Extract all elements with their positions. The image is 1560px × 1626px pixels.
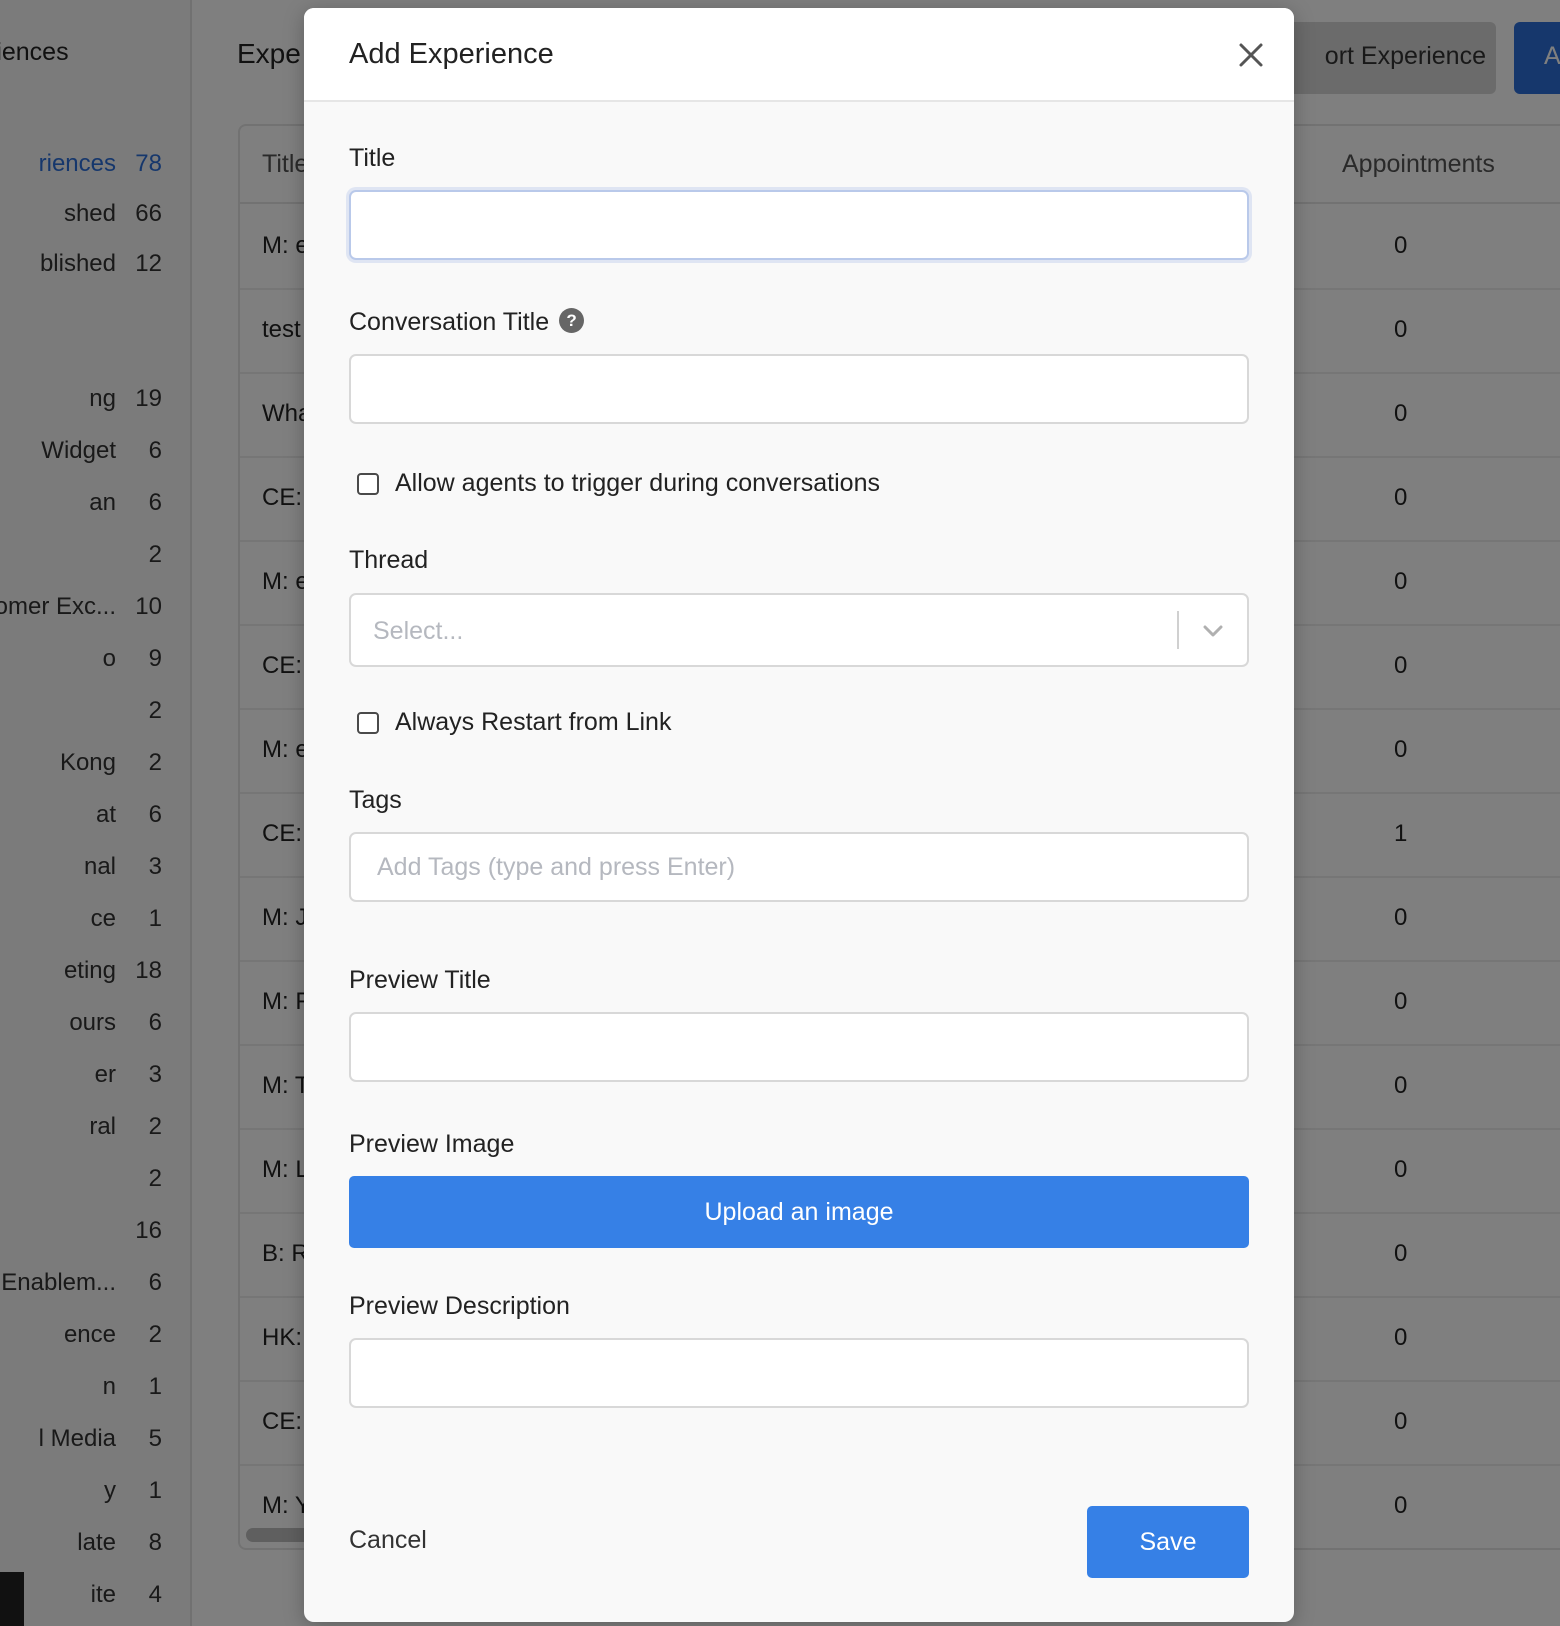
conversation-title-label-text: Conversation Title — [349, 308, 550, 336]
select-separator — [1177, 611, 1179, 649]
tags-input[interactable] — [349, 832, 1249, 902]
allow-agents-label: Allow agents to trigger during conversat… — [395, 469, 880, 497]
conversation-title-label: Conversation Title? — [349, 307, 585, 337]
preview-title-label: Preview Title — [349, 966, 491, 994]
close-button[interactable] — [1230, 34, 1272, 76]
always-restart-label: Always Restart from Link — [395, 708, 672, 736]
thread-select[interactable]: Select... — [349, 593, 1249, 667]
preview-image-label: Preview Image — [349, 1130, 515, 1158]
allow-agents-checkbox[interactable] — [357, 473, 379, 495]
add-experience-modal: Add Experience Title Conversation Title?… — [304, 8, 1294, 1622]
conversation-title-input[interactable] — [349, 354, 1249, 424]
thread-label: Thread — [349, 546, 429, 574]
modal-title: Add Experience — [349, 38, 554, 70]
upload-image-button[interactable]: Upload an image — [349, 1176, 1249, 1248]
save-button[interactable]: Save — [1087, 1506, 1249, 1578]
close-icon — [1239, 43, 1263, 67]
tags-label: Tags — [349, 786, 402, 814]
preview-description-input[interactable] — [349, 1338, 1249, 1408]
chevron-down-icon[interactable] — [1199, 617, 1227, 645]
title-label: Title — [349, 144, 396, 172]
help-icon[interactable]: ? — [559, 307, 585, 333]
always-restart-checkbox[interactable] — [357, 712, 379, 734]
title-input[interactable] — [349, 190, 1249, 260]
cancel-button[interactable]: Cancel — [349, 1526, 427, 1555]
modal-header: Add Experience — [304, 8, 1294, 102]
preview-title-input[interactable] — [349, 1012, 1249, 1082]
thread-select-placeholder: Select... — [373, 617, 464, 645]
preview-description-label: Preview Description — [349, 1292, 570, 1320]
